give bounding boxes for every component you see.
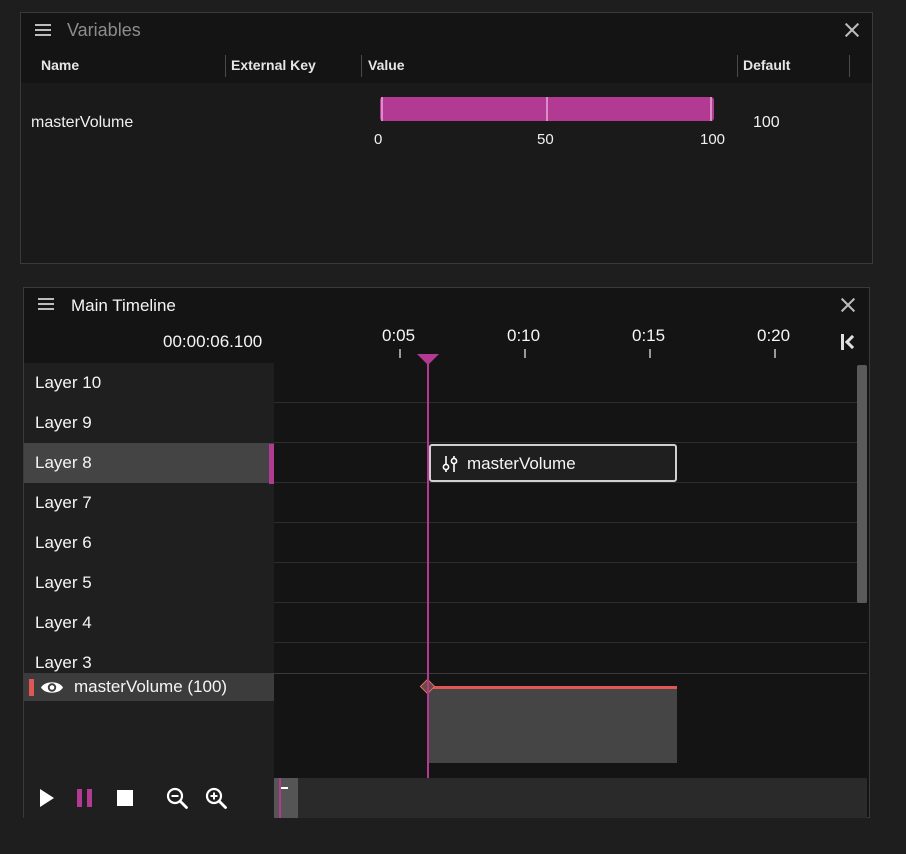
layer-item[interactable]: Layer 10 bbox=[24, 363, 274, 403]
track-color-marker bbox=[29, 679, 34, 696]
play-icon[interactable] bbox=[36, 787, 58, 809]
column-divider[interactable] bbox=[225, 55, 226, 77]
variables-panel-header: Variables bbox=[21, 13, 872, 47]
sliders-icon bbox=[442, 456, 458, 472]
menu-icon[interactable] bbox=[38, 298, 54, 310]
horizontal-scrollbar[interactable] bbox=[274, 778, 867, 818]
layer-item[interactable]: Layer 5 bbox=[24, 563, 274, 603]
automation-line[interactable] bbox=[428, 686, 677, 689]
column-divider[interactable] bbox=[737, 55, 738, 77]
slider-mid-label: 50 bbox=[537, 131, 554, 148]
variables-column-header: Name External Key Value Default bbox=[21, 53, 872, 83]
automation-track-label: masterVolume (100) bbox=[74, 677, 228, 696]
zoom-in-icon[interactable] bbox=[205, 787, 227, 809]
row-divider bbox=[274, 442, 867, 443]
variables-table-body: masterVolume 0 50 100 100 bbox=[21, 83, 872, 263]
panel-title: Main Timeline bbox=[71, 296, 176, 315]
ruler-tick-label: 0:15 bbox=[632, 326, 666, 345]
timeline-panel: Main Timeline 00:00:06.100 0:05 0:10 0:1… bbox=[23, 287, 870, 818]
layer-list: Layer 10 Layer 9 Layer 8 Layer 7 Layer 6… bbox=[24, 363, 274, 673]
menu-icon[interactable] bbox=[35, 24, 51, 36]
layer-item[interactable]: Layer 4 bbox=[24, 603, 274, 643]
ruler-tick bbox=[649, 349, 651, 358]
slider-min-mark bbox=[381, 97, 383, 121]
selected-layer-marker bbox=[269, 444, 274, 484]
column-external-key[interactable]: External Key bbox=[231, 57, 316, 73]
playhead-minimap-marker bbox=[279, 778, 281, 818]
layer-track-area[interactable] bbox=[274, 363, 867, 673]
slider-min-label: 0 bbox=[374, 131, 383, 148]
playhead-line[interactable] bbox=[427, 358, 429, 778]
layer-item[interactable]: Layer 7 bbox=[24, 483, 274, 523]
row-divider bbox=[274, 402, 867, 403]
clip-label: masterVolume bbox=[467, 454, 576, 473]
timeline-clip[interactable]: masterVolume bbox=[429, 444, 677, 482]
skip-to-start-icon[interactable] bbox=[839, 332, 860, 352]
scrollbar-thumb[interactable] bbox=[274, 778, 298, 818]
slider-mid-mark bbox=[546, 97, 548, 121]
vertical-scrollbar[interactable] bbox=[857, 365, 867, 603]
automation-track-row[interactable]: masterVolume (100) bbox=[24, 674, 274, 701]
row-divider bbox=[274, 562, 867, 563]
playhead-handle[interactable] bbox=[417, 354, 439, 365]
row-divider bbox=[274, 482, 867, 483]
column-default[interactable]: Default bbox=[743, 57, 790, 73]
close-icon[interactable] bbox=[845, 23, 859, 37]
zoom-out-icon[interactable] bbox=[166, 787, 188, 809]
column-divider[interactable] bbox=[361, 55, 362, 77]
ruler-tick bbox=[774, 349, 776, 358]
ruler-tick bbox=[399, 349, 401, 358]
row-divider bbox=[274, 642, 867, 643]
column-value[interactable]: Value bbox=[368, 57, 405, 73]
automation-curve-area[interactable] bbox=[274, 674, 867, 778]
automation-fill bbox=[428, 688, 677, 763]
ruler-tick-label: 0:10 bbox=[507, 326, 541, 345]
ruler-tick bbox=[524, 349, 526, 358]
layer-item[interactable]: Layer 9 bbox=[24, 403, 274, 443]
close-icon[interactable] bbox=[841, 298, 855, 312]
layer-item[interactable]: Layer 3 bbox=[24, 643, 274, 673]
eye-icon[interactable] bbox=[40, 679, 64, 696]
column-divider[interactable] bbox=[849, 55, 850, 77]
variable-name: masterVolume bbox=[31, 114, 134, 131]
stop-icon[interactable] bbox=[114, 787, 136, 809]
variables-panel: Variables Name External Key Value Defaul… bbox=[20, 12, 873, 264]
row-divider bbox=[274, 602, 867, 603]
ruler-tick-label: 0:20 bbox=[757, 326, 791, 345]
viewport-marker bbox=[281, 787, 288, 789]
panel-title: Variables bbox=[67, 20, 141, 40]
transport-controls bbox=[24, 778, 274, 818]
layer-item-selected[interactable]: Layer 8 bbox=[24, 443, 274, 483]
ruler-tick-label: 0:05 bbox=[382, 326, 416, 345]
slider-handle[interactable] bbox=[710, 97, 712, 121]
row-divider bbox=[274, 522, 867, 523]
pause-icon[interactable] bbox=[75, 787, 97, 809]
column-name[interactable]: Name bbox=[41, 57, 79, 73]
value-slider[interactable] bbox=[380, 97, 714, 121]
slider-max-label: 100 bbox=[700, 131, 726, 148]
automation-track-header: masterVolume (100) bbox=[24, 674, 274, 778]
timecode-display: 00:00:06.100 bbox=[163, 332, 263, 351]
layer-item[interactable]: Layer 6 bbox=[24, 523, 274, 563]
variable-default: 100 bbox=[753, 114, 780, 131]
